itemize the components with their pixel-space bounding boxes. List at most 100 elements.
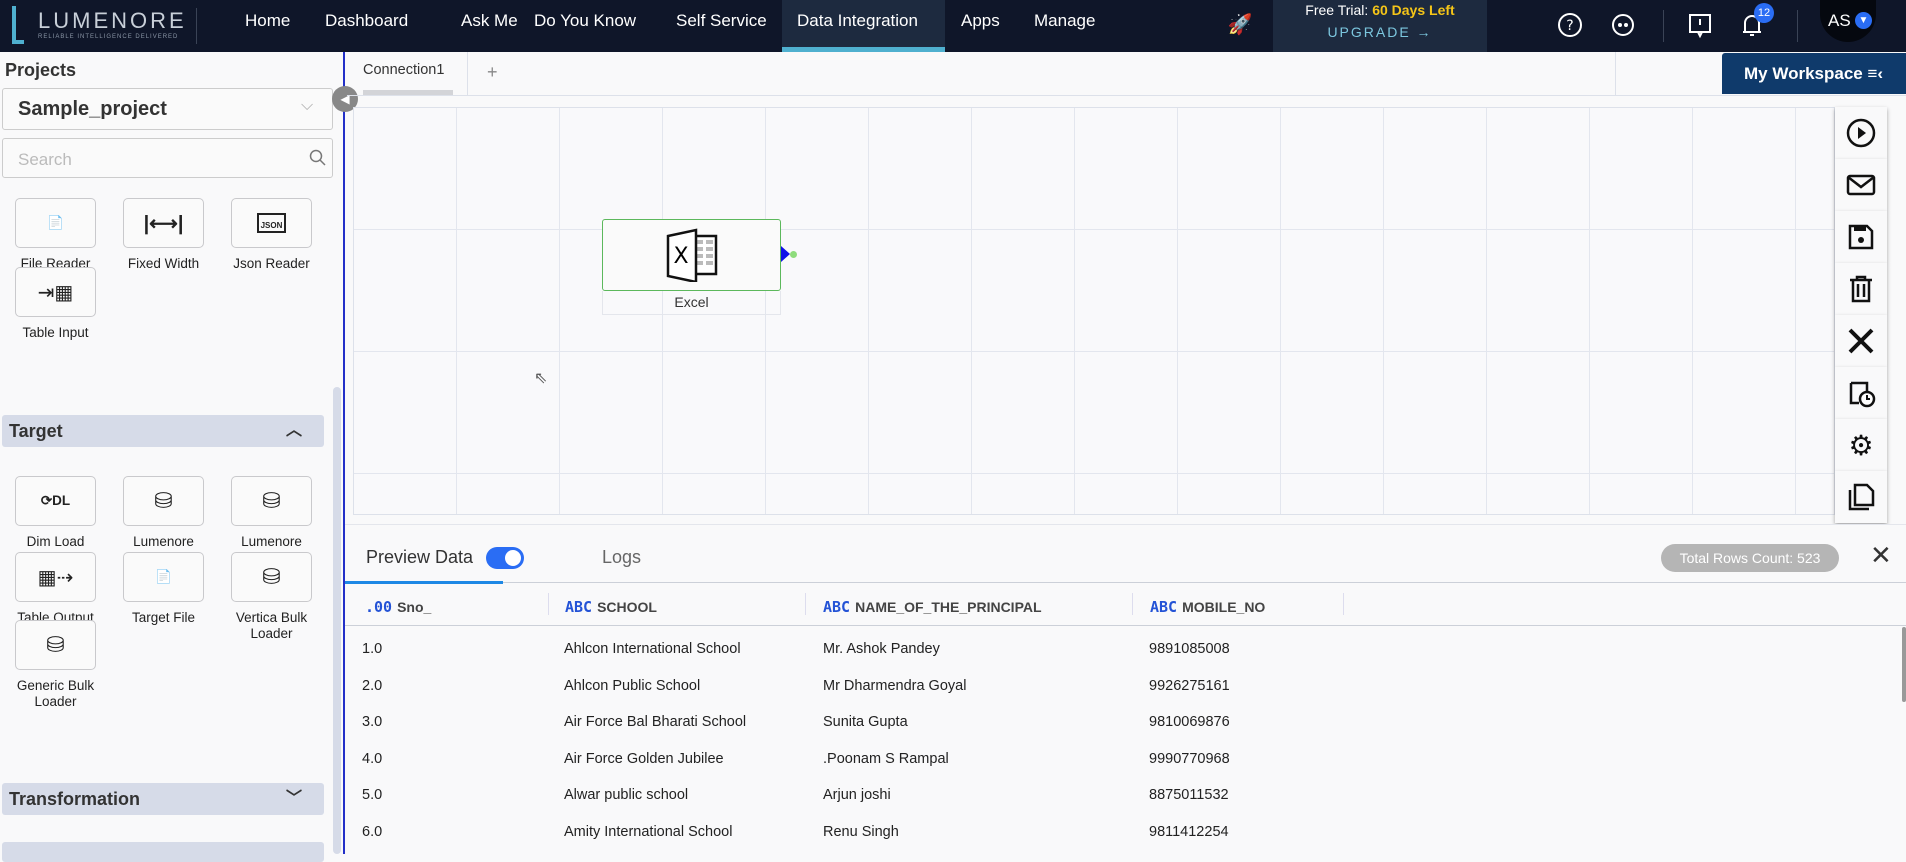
search-icon[interactable] <box>309 149 327 167</box>
section-transformation[interactable]: Transformation ﹀ <box>2 783 324 815</box>
feedback-icon[interactable] <box>1685 10 1715 40</box>
table-cell: Alwar public school <box>564 787 689 804</box>
help-icon[interactable]: ? <box>1555 10 1585 40</box>
table-cell: Mr. Ashok Pandey <box>823 641 940 657</box>
copy-button[interactable] <box>1835 471 1887 523</box>
component-json-reader[interactable]: JSON Json Reader <box>231 198 312 272</box>
active-tab-indicator <box>345 581 503 584</box>
bot-icon[interactable] <box>1608 10 1638 40</box>
component-label: Table Input <box>22 325 89 340</box>
mouse-cursor-icon: ⇖ <box>534 370 548 387</box>
projects-label: Projects <box>5 60 77 80</box>
table-cell: 9990770968 <box>1149 750 1230 767</box>
port-dot[interactable] <box>790 251 797 258</box>
column-header-mobile[interactable]: ABC MOBILE_NO <box>1150 596 1265 618</box>
component-fixed-width[interactable]: |⟷| Fixed Width <box>123 198 204 272</box>
component-table-input[interactable]: ⇥▦ Table Input <box>15 267 96 341</box>
dim-load-icon: ⟳DL <box>15 476 96 526</box>
nav-manage[interactable]: Manage <box>1022 0 1107 52</box>
tab-connection1[interactable]: Connection1 <box>363 62 444 78</box>
sidebar-scrollbar[interactable] <box>333 387 341 854</box>
nav-dashboard[interactable]: Dashboard <box>313 0 420 52</box>
canvas-grid[interactable]: X Excel ⇖ <box>353 107 1835 515</box>
gear-icon: ⚙ <box>1848 429 1874 461</box>
section-next[interactable] <box>2 842 324 862</box>
target-file-icon: 📄 <box>123 552 204 602</box>
component-label: Json Reader <box>233 256 310 271</box>
component-target-file[interactable]: 📄 Target File <box>123 552 204 626</box>
mail-icon <box>1846 174 1876 196</box>
table-cell: Arjun joshi <box>823 787 891 804</box>
table-cell: .Poonam S Rampal <box>823 750 949 767</box>
canvas-tab-bar: Connection1 + <box>347 52 1906 96</box>
nav-apps[interactable]: Apps <box>949 0 1012 52</box>
nav-self-service[interactable]: Self Service <box>664 0 779 52</box>
preview-toggle[interactable] <box>486 547 524 569</box>
svg-text:?: ? <box>1566 18 1573 34</box>
search-placeholder: Search <box>18 150 72 169</box>
nav-home[interactable]: Home <box>233 0 302 52</box>
chevron-down-icon: ⌵ <box>301 97 314 114</box>
nav-ask-me[interactable]: Ask Me <box>449 0 530 52</box>
component-label: Generic Bulk Loader <box>16 678 95 709</box>
schedule-button[interactable] <box>1835 367 1887 419</box>
table-scrollbar[interactable] <box>1902 627 1906 702</box>
sidebar: Projects Sample_project ⌵ Search 📄 File R… <box>0 52 345 862</box>
column-header-sno[interactable]: .00 Sno_ <box>365 596 431 618</box>
rocket-icon[interactable]: 🚀 <box>1225 10 1255 40</box>
save-icon <box>1848 224 1874 250</box>
table-input-icon: ⇥▦ <box>15 267 96 317</box>
project-select[interactable]: Sample_project ⌵ <box>2 88 333 130</box>
tools-icon <box>1848 328 1874 354</box>
tab-preview-data[interactable]: Preview Data <box>366 547 473 568</box>
run-button[interactable] <box>1835 107 1887 159</box>
string-type-icon: ABC <box>1150 598 1178 616</box>
component-table-output[interactable]: ▦⇢ Table Output <box>15 552 96 626</box>
my-workspace-button[interactable]: My Workspace ≡‹ <box>1722 53 1906 94</box>
excel-node[interactable]: X <box>602 219 781 291</box>
search-input[interactable]: Search <box>2 138 333 178</box>
table-cell: 6.0 <box>362 824 383 840</box>
avatar-initials: AS <box>1828 11 1851 30</box>
table-cell: Air Force Golden Jubilee <box>564 750 724 767</box>
add-tab-button[interactable]: + <box>487 62 498 83</box>
nav-do-you-know[interactable]: Do You Know <box>522 0 648 52</box>
table-cell: 4.0 <box>362 750 383 767</box>
component-label: Fixed Width <box>127 256 200 271</box>
email-button[interactable] <box>1835 159 1887 211</box>
notification-badge: 12 <box>1754 3 1774 23</box>
play-icon <box>1846 118 1876 148</box>
section-target[interactable]: Target ︿ <box>2 415 324 447</box>
component-dim-load[interactable]: ⟳DL Dim Load <box>15 476 96 550</box>
section-title: Target <box>9 421 63 441</box>
nav-data-integration[interactable]: Data Integration <box>782 0 945 52</box>
table-cell: 9926275161 <box>1149 677 1230 694</box>
data-loader-icon: ⛁ <box>231 476 312 526</box>
component-file-reader[interactable]: 📄 File Reader <box>15 198 96 272</box>
chevron-down-icon[interactable]: ▼ <box>1855 12 1872 29</box>
tab-underline <box>363 90 453 95</box>
component-generic-bulk-loader[interactable]: ⛁ Generic Bulk Loader <box>15 620 96 710</box>
section-title: Transformation <box>9 789 141 809</box>
component-vertica-bulk-loader[interactable]: ⛁ Vertica Bulk Loader <box>231 552 312 642</box>
upgrade-button[interactable]: UPGRADE → <box>1273 24 1487 40</box>
output-port[interactable] <box>781 246 790 262</box>
free-trial-box: Free Trial: 60 Days Left UPGRADE → <box>1273 0 1487 52</box>
chevron-up-icon: ︿ <box>285 422 302 439</box>
tab-logs[interactable]: Logs <box>602 547 641 568</box>
column-header-principal[interactable]: ABC NAME_OF_THE_PRINCIPAL <box>823 596 1042 618</box>
avatar[interactable]: AS ▼ <box>1820 0 1876 42</box>
table-cell: 9810069876 <box>1149 714 1230 731</box>
close-icon[interactable]: ✕ <box>1870 540 1892 571</box>
decimal-type-icon: .00 <box>365 598 393 616</box>
generic-loader-icon: ⛁ <box>15 620 96 670</box>
column-header-school[interactable]: ABC SCHOOL <box>565 596 657 618</box>
table-cell: 5.0 <box>362 787 383 804</box>
tools-button[interactable] <box>1835 315 1887 367</box>
save-button[interactable] <box>1835 211 1887 263</box>
trash-icon <box>1850 275 1872 303</box>
settings-button[interactable]: ⚙ <box>1835 419 1887 471</box>
logo[interactable]: LUMENORE RELIABLE INTELLIGENCE DELIVERED <box>12 6 197 46</box>
delete-button[interactable] <box>1835 263 1887 315</box>
table-cell: Renu Singh <box>823 824 899 840</box>
